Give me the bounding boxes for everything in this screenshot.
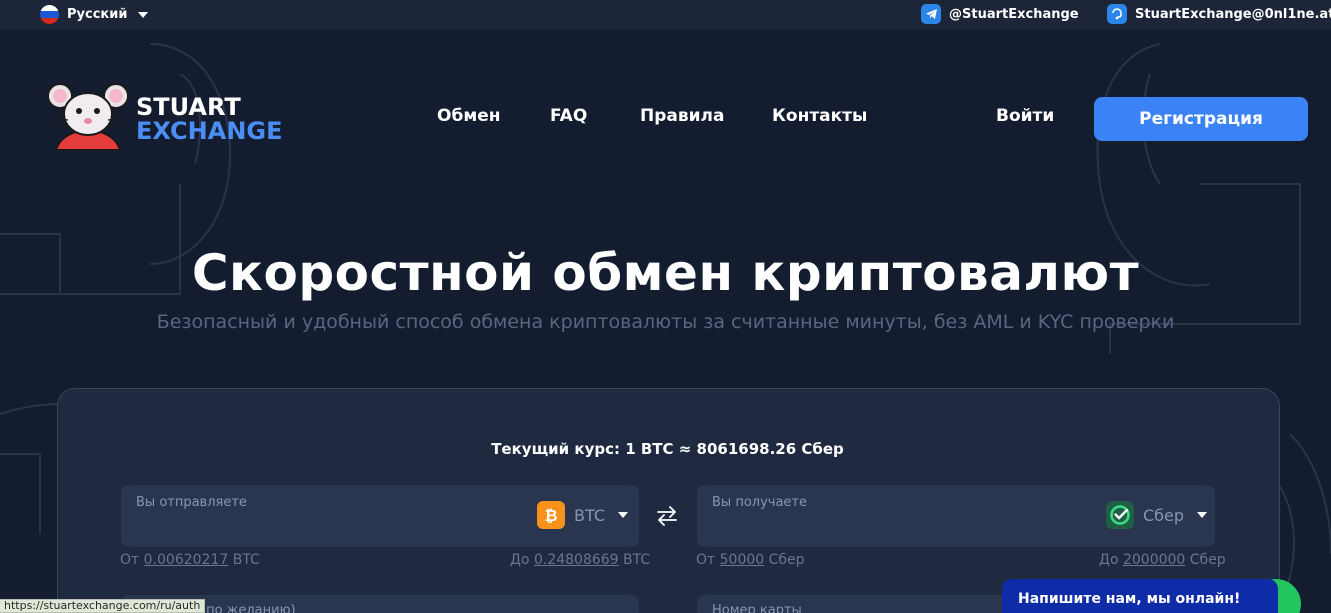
receive-min-prefix: От	[696, 552, 716, 568]
language-label: Русский	[67, 7, 128, 22]
receive-min-limit: От 50000 Сбер	[696, 552, 805, 568]
send-min-limit: От 0.00620217 BTC	[120, 552, 260, 568]
login-link[interactable]: Войти	[996, 106, 1054, 126]
sber-icon	[1106, 501, 1134, 529]
hero-subtitle: Безопасный и удобный способ обмена крипт…	[156, 311, 1175, 333]
swap-arrows-icon	[657, 506, 677, 526]
send-min-unit: BTC	[232, 552, 260, 568]
svg-text:₿: ₿	[544, 506, 557, 524]
chevron-down-icon	[617, 512, 628, 518]
telegram-contact[interactable]: @StuartExchange	[921, 4, 1079, 24]
mouse-mascot-icon	[47, 83, 129, 151]
browser-status-url: https://stuartexchange.com/ru/auth	[0, 599, 206, 613]
telegram-handle: @StuartExchange	[949, 6, 1079, 22]
receive-min-value[interactable]: 50000	[720, 552, 765, 568]
email-address: StuartExchange@0nl1ne.at	[1135, 6, 1331, 22]
hero-title: Скоростной обмен криптовалют	[191, 244, 1140, 302]
chevron-down-icon	[138, 11, 149, 18]
send-currency-code: BTC	[574, 505, 605, 525]
send-max-prefix: До	[510, 552, 530, 568]
nav-rules[interactable]: Правила	[640, 106, 724, 126]
card-number-label: Номер карты	[712, 603, 802, 613]
russia-flag-icon	[40, 5, 59, 24]
top-bar: Русский @StuartExchange StuartExchange@0…	[0, 0, 1331, 30]
chat-widget[interactable]: Напишите нам, мы онлайн!	[1002, 579, 1278, 613]
receive-min-unit: Сбер	[768, 552, 805, 568]
swap-direction-button[interactable]	[655, 504, 679, 532]
send-max-unit: BTC	[623, 552, 651, 568]
brand-logo[interactable]: STUART EXCHANGE	[46, 78, 283, 160]
bitcoin-icon: ₿	[537, 501, 565, 529]
receive-max-limit: До 2000000 Сбер	[1099, 552, 1226, 568]
nav-contacts[interactable]: Контакты	[772, 106, 867, 126]
send-currency-selector[interactable]: ₿ BTC	[537, 501, 628, 529]
receive-field-label: Вы получаете	[712, 495, 807, 510]
telegram-icon	[921, 4, 941, 24]
receive-max-unit: Сбер	[1189, 552, 1226, 568]
receive-currency-selector[interactable]: Сбер	[1106, 501, 1208, 529]
send-max-value[interactable]: 0.24808669	[534, 552, 619, 568]
receive-max-prefix: До	[1099, 552, 1119, 568]
brand-name-line1: STUART	[136, 93, 241, 121]
receive-max-value[interactable]: 2000000	[1123, 552, 1185, 568]
optional-field-label: (по желанию)	[201, 603, 296, 613]
send-min-value[interactable]: 0.00620217	[144, 552, 229, 568]
exchange-rate: Текущий курс: 1 BTC ≈ 8061698.26 Сбер	[491, 440, 844, 458]
brand-name-line2: EXCHANGE	[136, 117, 283, 145]
register-button[interactable]: Регистрация	[1094, 97, 1308, 141]
send-field-label: Вы отправляете	[136, 495, 247, 510]
support-icon	[1107, 4, 1127, 24]
send-min-prefix: От	[120, 552, 140, 568]
nav-exchange[interactable]: Обмен	[437, 106, 501, 126]
nav-faq[interactable]: FAQ	[550, 106, 587, 126]
language-selector[interactable]: Русский	[40, 5, 149, 24]
receive-currency-code: Сбер	[1143, 505, 1185, 525]
chevron-down-icon	[1197, 512, 1208, 518]
receive-amount-field[interactable]: Вы получаете Сбер	[697, 485, 1215, 547]
send-max-limit: До 0.24808669 BTC	[510, 552, 650, 568]
send-amount-field[interactable]: Вы отправляете ₿ BTC	[121, 485, 639, 547]
email-contact[interactable]: StuartExchange@0nl1ne.at	[1107, 4, 1331, 24]
